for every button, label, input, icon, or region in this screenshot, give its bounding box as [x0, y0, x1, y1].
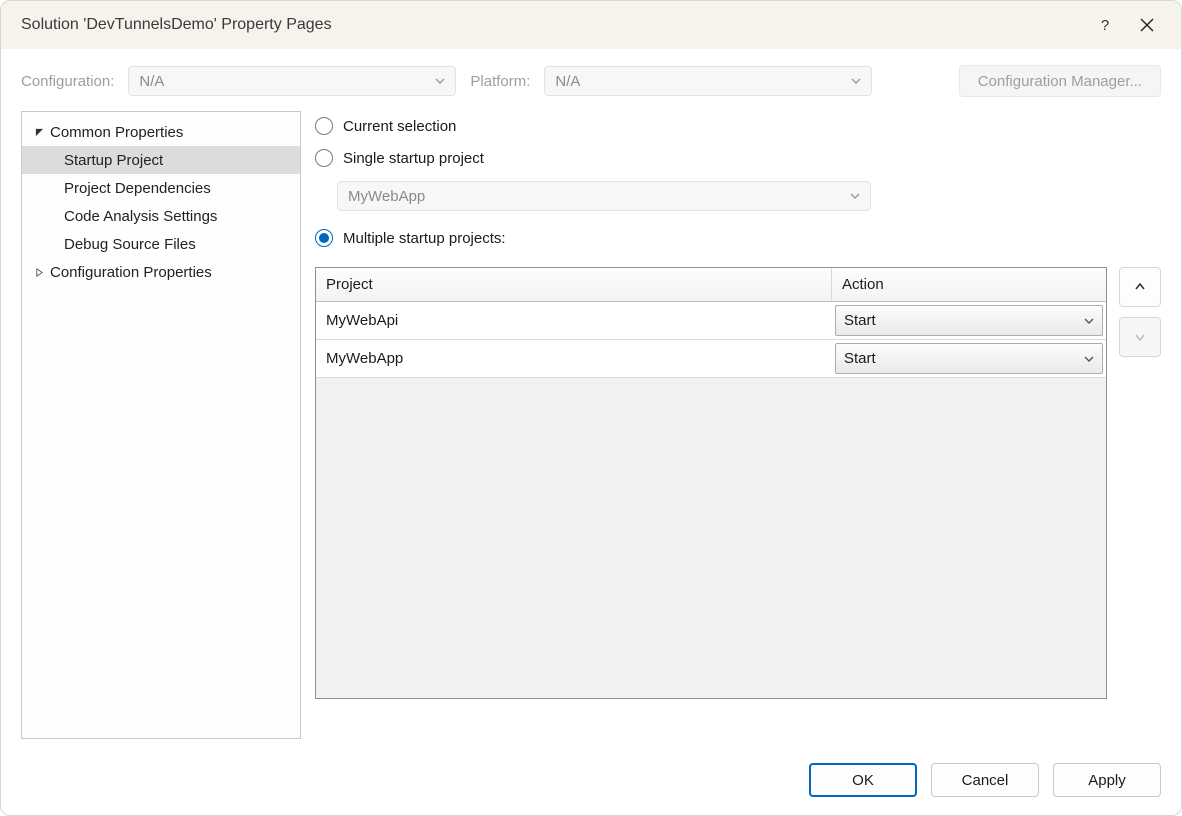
radio-multiple-startup[interactable]: Multiple startup projects:	[315, 229, 1161, 247]
expanded-arrow-icon	[32, 128, 46, 137]
column-header-project[interactable]: Project	[316, 268, 832, 301]
move-down-button[interactable]	[1119, 317, 1161, 357]
radio-icon	[315, 117, 333, 135]
grid-header: Project Action	[316, 268, 1106, 302]
startup-projects-area: Project Action MyWebApi Start	[315, 267, 1161, 699]
platform-dropdown[interactable]: N/A	[544, 66, 872, 96]
project-cell: MyWebApp	[316, 340, 832, 377]
table-row[interactable]: MyWebApi Start	[316, 302, 1106, 340]
single-startup-value: MyWebApp	[348, 188, 425, 205]
startup-projects-grid: Project Action MyWebApi Start	[315, 267, 1107, 699]
platform-label: Platform:	[470, 73, 530, 90]
move-up-button[interactable]	[1119, 267, 1161, 307]
tree-item-configuration-properties[interactable]: Configuration Properties	[22, 258, 300, 286]
tree-item-startup-project[interactable]: Startup Project	[22, 146, 300, 174]
project-cell: MyWebApi	[316, 302, 832, 339]
configuration-dropdown[interactable]: N/A	[128, 66, 456, 96]
window-title: Solution 'DevTunnelsDemo' Property Pages	[21, 16, 332, 34]
configuration-manager-button[interactable]: Configuration Manager...	[959, 65, 1161, 97]
action-dropdown[interactable]: Start	[835, 343, 1103, 374]
action-cell: Start	[832, 340, 1106, 377]
radio-icon	[315, 229, 333, 247]
radio-single-startup[interactable]: Single startup project	[315, 149, 1161, 167]
collapsed-arrow-icon	[32, 268, 46, 277]
chevron-down-icon	[851, 76, 861, 86]
reorder-buttons	[1119, 267, 1161, 699]
table-row[interactable]: MyWebApp Start	[316, 340, 1106, 378]
configuration-label: Configuration:	[21, 73, 114, 90]
chevron-down-icon	[435, 76, 445, 86]
dialog-footer: OK Cancel Apply	[1, 749, 1181, 815]
startup-project-panel: Current selection Single startup project…	[315, 111, 1161, 739]
tree-item-code-analysis-settings[interactable]: Code Analysis Settings	[22, 202, 300, 230]
ok-button[interactable]: OK	[809, 763, 917, 797]
dialog-body: Common Properties Startup Project Projec…	[1, 107, 1181, 749]
titlebar: Solution 'DevTunnelsDemo' Property Pages…	[1, 1, 1181, 49]
nav-tree: Common Properties Startup Project Projec…	[21, 111, 301, 739]
configuration-row: Configuration: N/A Platform: N/A Configu…	[1, 49, 1181, 107]
cancel-button[interactable]: Cancel	[931, 763, 1039, 797]
help-button[interactable]: ?	[1087, 7, 1123, 43]
apply-button[interactable]: Apply	[1053, 763, 1161, 797]
radio-current-selection[interactable]: Current selection	[315, 117, 1161, 135]
column-header-action[interactable]: Action	[832, 268, 1106, 301]
configuration-value: N/A	[139, 73, 164, 90]
close-button[interactable]	[1129, 7, 1165, 43]
tree-item-project-dependencies[interactable]: Project Dependencies	[22, 174, 300, 202]
chevron-down-icon	[1084, 316, 1094, 326]
tree-item-debug-source-files[interactable]: Debug Source Files	[22, 230, 300, 258]
property-pages-dialog: Solution 'DevTunnelsDemo' Property Pages…	[0, 0, 1182, 816]
chevron-down-icon	[1084, 354, 1094, 364]
platform-value: N/A	[555, 73, 580, 90]
single-startup-dropdown[interactable]: MyWebApp	[337, 181, 871, 211]
chevron-down-icon	[850, 191, 860, 201]
action-dropdown[interactable]: Start	[835, 305, 1103, 336]
arrow-up-icon	[1133, 280, 1147, 294]
close-icon	[1140, 18, 1154, 32]
action-cell: Start	[832, 302, 1106, 339]
radio-icon	[315, 149, 333, 167]
arrow-down-icon	[1133, 330, 1147, 344]
tree-item-common-properties[interactable]: Common Properties	[22, 118, 300, 146]
grid-body: MyWebApi Start MyWebApp	[316, 302, 1106, 698]
